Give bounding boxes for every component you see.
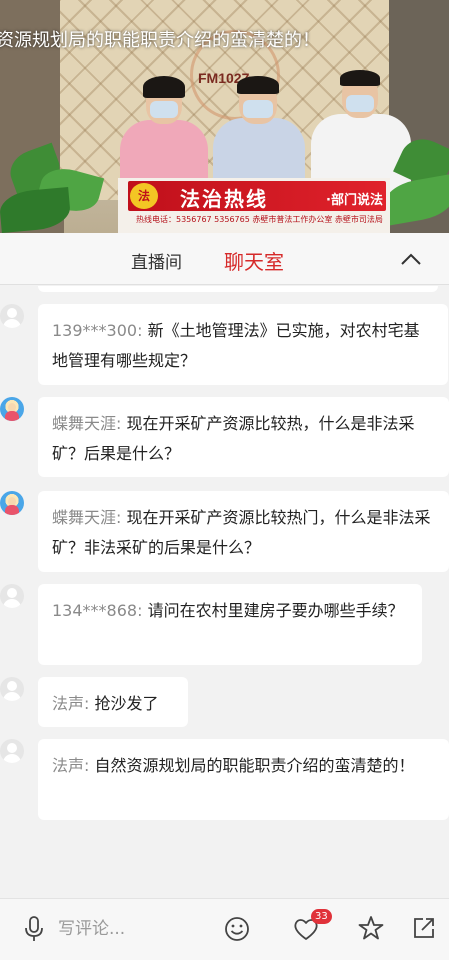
message-text: 抢沙发了 xyxy=(94,694,159,713)
like-count-badge: 33 xyxy=(311,909,332,924)
sender-name: 法声: xyxy=(52,694,90,713)
program-logo-icon: 法 xyxy=(130,183,158,209)
scrolling-comment-ticker: 资源规划局的职能职责介绍的蛮清楚的！ xyxy=(0,30,320,51)
default-avatar-icon[interactable] xyxy=(0,677,24,701)
user-avatar-icon[interactable] xyxy=(0,491,24,515)
comment-toolbar: 33 xyxy=(0,898,449,960)
microphone-icon[interactable] xyxy=(22,915,46,943)
previous-message-fragment xyxy=(38,286,438,292)
chevron-up-icon[interactable] xyxy=(398,247,424,273)
message-bubble: 法声: 抢沙发了 xyxy=(38,677,188,727)
tab-bar: 直播间 聊天室 xyxy=(0,233,449,285)
default-avatar-icon[interactable] xyxy=(0,584,24,608)
chat-message-list[interactable]: 139***300: 新《土地管理法》已实施，对农村宅基地管理有哪些规定？ 蝶舞… xyxy=(0,286,449,898)
message-bubble: 蝶舞天涯: 现在开采矿产资源比较热门，什么是非法采矿？非法采矿的后果是什么？ xyxy=(38,491,449,572)
program-subtitle: ·部门说法 xyxy=(326,193,383,208)
share-icon[interactable] xyxy=(412,916,436,940)
message-text: 请问在农村里建房子要办哪些手续？ xyxy=(147,601,404,620)
comment-input[interactable] xyxy=(58,913,208,945)
tab-chat-room[interactable]: 聊天室 xyxy=(224,246,284,275)
message-bubble: 139***300: 新《土地管理法》已实施，对农村宅基地管理有哪些规定？ xyxy=(38,304,448,385)
user-avatar-icon[interactable] xyxy=(0,397,24,421)
default-avatar-icon[interactable] xyxy=(0,739,24,763)
star-icon[interactable] xyxy=(358,915,384,941)
program-title: 法治热线 xyxy=(180,187,268,211)
sender-name: 蝶舞天涯: xyxy=(52,508,122,527)
default-avatar-icon[interactable] xyxy=(0,304,24,328)
live-video-player[interactable]: FM1027 法 法治热线 ·部门说法 热线电话：5356767 5356765… xyxy=(0,0,449,233)
message-bubble: 134***868: 请问在农村里建房子要办哪些手续？ xyxy=(38,584,422,665)
tab-live-room[interactable]: 直播间 xyxy=(131,248,182,273)
message-text: 自然资源规划局的职能职责介绍的蛮清楚的！ xyxy=(94,756,415,775)
sender-name: 134***868: xyxy=(52,601,143,620)
message-bubble: 蝶舞天涯: 现在开采矿产资源比较热，什么是非法采矿？后果是什么？ xyxy=(38,397,449,477)
sender-name: 139***300: xyxy=(52,321,143,340)
message-bubble: 法声: 自然资源规划局的职能职责介绍的蛮清楚的！ xyxy=(38,739,449,820)
program-banner: 法 法治热线 ·部门说法 xyxy=(128,181,386,211)
sender-name: 蝶舞天涯: xyxy=(52,414,122,433)
emoji-icon[interactable] xyxy=(224,916,250,942)
hotline-info: 热线电话：5356767 5356765 赤壁市普法工作办公室 赤壁市司法局 xyxy=(136,215,383,224)
sender-name: 法声: xyxy=(52,756,90,775)
